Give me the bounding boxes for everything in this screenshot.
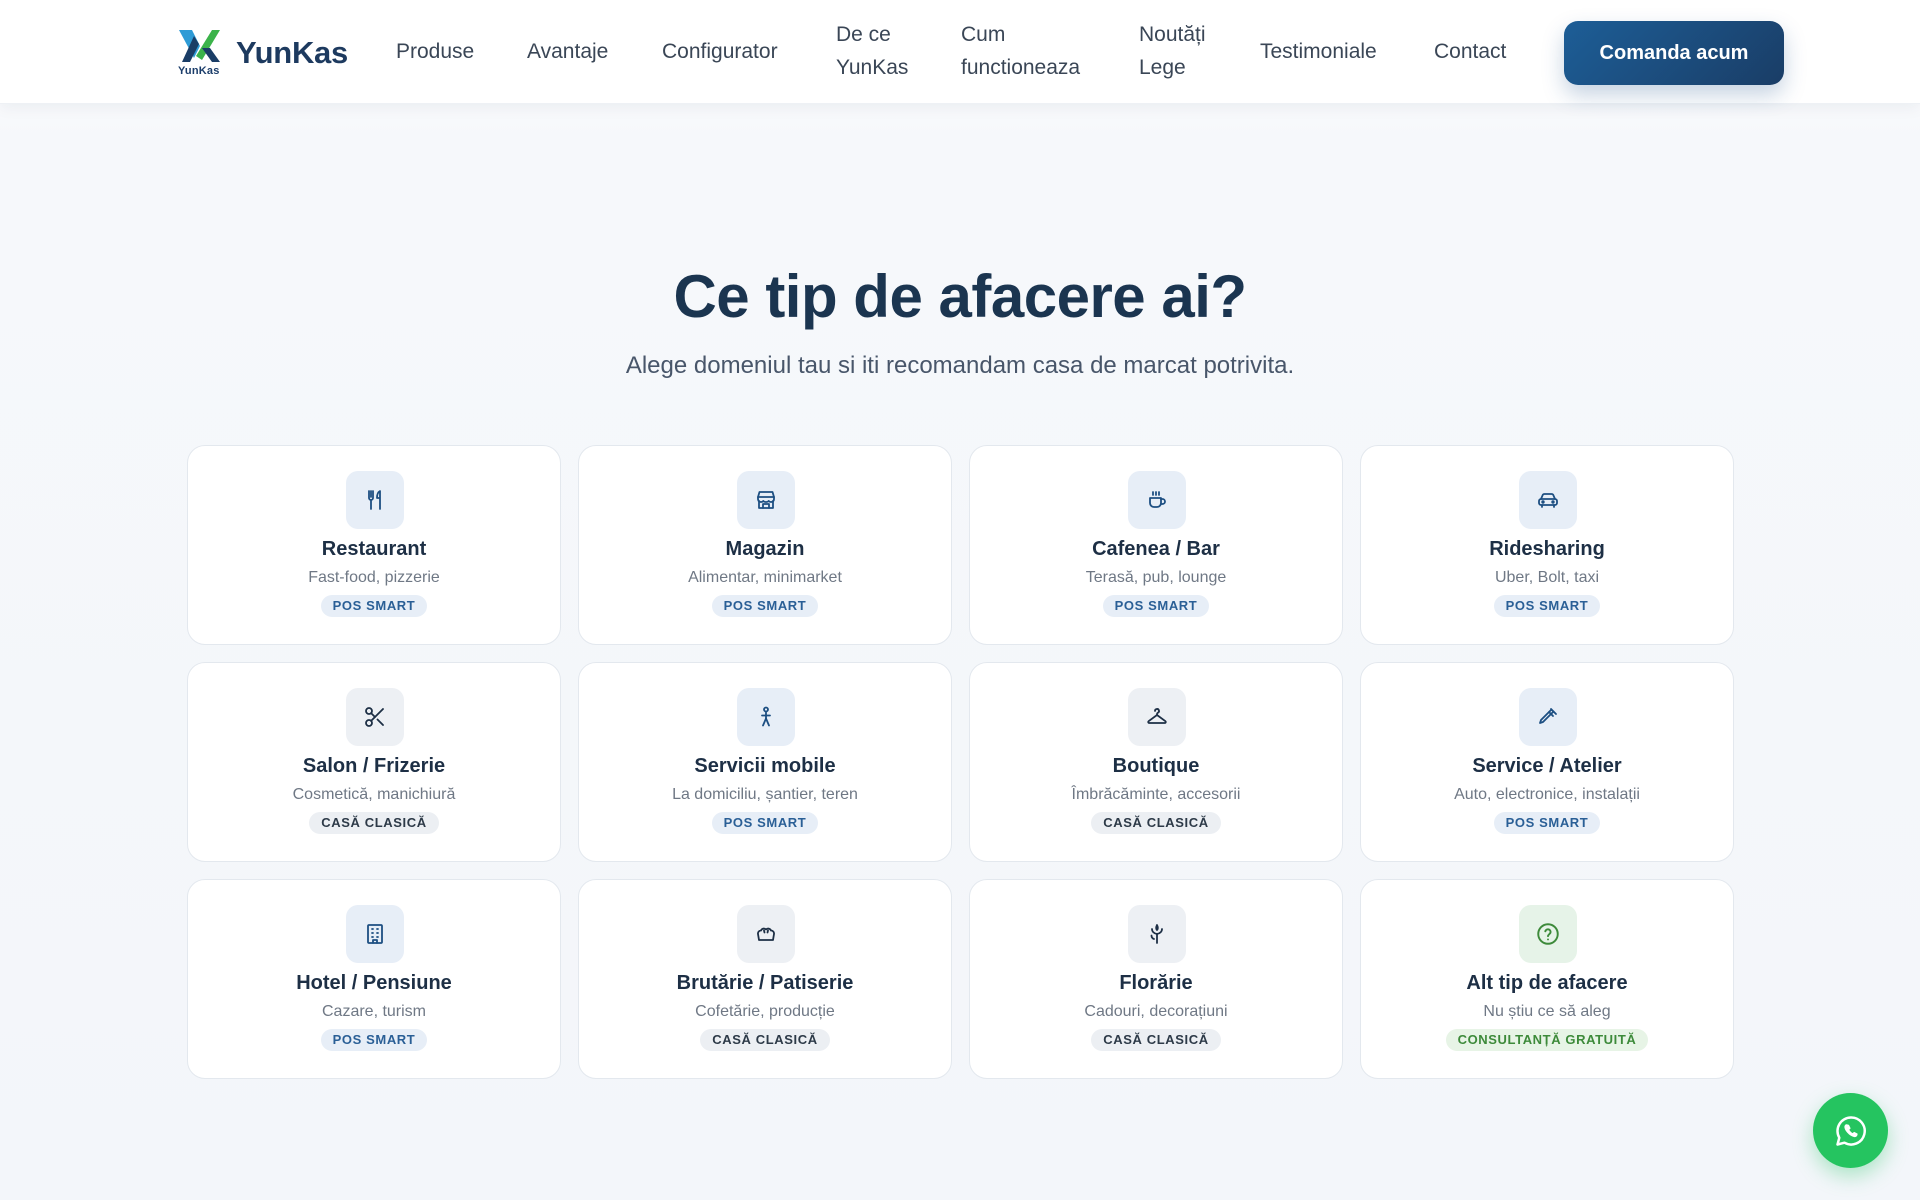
question-icon: [1519, 905, 1577, 963]
car-icon: [1519, 471, 1577, 529]
card-restaurant[interactable]: Restaurant Fast-food, pizzerie POS SMART: [187, 445, 561, 645]
card-title: Brutărie / Patiserie: [676, 972, 854, 994]
card-salon-frizerie[interactable]: Salon / Frizerie Cosmetică, manichiură C…: [187, 662, 561, 862]
card-title: Hotel / Pensiune: [296, 972, 452, 994]
card-badge: CASĂ CLASICĂ: [1091, 1029, 1221, 1051]
card-servicii-mobile[interactable]: Servicii mobile La domiciliu, șantier, t…: [578, 662, 952, 862]
nav-cum-functioneaza[interactable]: Cum functioneaza: [961, 18, 1080, 84]
nav-label-line1: Cum: [961, 23, 1006, 46]
card-alt-tip-afacere[interactable]: Alt tip de afacere Nu știu ce să aleg CO…: [1360, 879, 1734, 1079]
coffee-icon: [1128, 471, 1186, 529]
nav-de-ce-yunkas[interactable]: De ce YunKas: [836, 18, 908, 84]
card-badge: POS SMART: [320, 1029, 428, 1051]
card-title: Restaurant: [321, 538, 427, 560]
card-desc: Cadouri, decorațiuni: [1084, 1003, 1228, 1020]
nav-label-line1: De ce: [836, 23, 891, 46]
card-florarie[interactable]: Florărie Cadouri, decorațiuni CASĂ CLASI…: [969, 879, 1343, 1079]
nav-label: Avantaje: [527, 40, 609, 63]
flower-icon: [1128, 905, 1186, 963]
nav-produse[interactable]: Produse: [396, 35, 474, 68]
card-ridesharing[interactable]: Ridesharing Uber, Bolt, taxi POS SMART: [1360, 445, 1734, 645]
bread-icon: [737, 905, 795, 963]
nav-label: Configurator: [662, 40, 778, 63]
scissors-icon: [346, 688, 404, 746]
whatsapp-button[interactable]: [1813, 1093, 1888, 1168]
card-badge: CASĂ CLASICĂ: [1091, 812, 1221, 834]
card-badge: CASĂ CLASICĂ: [309, 812, 439, 834]
card-boutique[interactable]: Boutique Îmbrăcăminte, accesorii CASĂ CL…: [969, 662, 1343, 862]
card-badge: CASĂ CLASICĂ: [700, 1029, 830, 1051]
card-title: Ridesharing: [1489, 538, 1605, 560]
card-desc: La domiciliu, șantier, teren: [672, 786, 858, 803]
card-magazin[interactable]: Magazin Alimentar, minimarket POS SMART: [578, 445, 952, 645]
card-hotel-pensiune[interactable]: Hotel / Pensiune Cazare, turism POS SMAR…: [187, 879, 561, 1079]
card-title: Cafenea / Bar: [1092, 538, 1220, 560]
nav-testimoniale[interactable]: Testimoniale: [1260, 35, 1377, 68]
nav-avantaje[interactable]: Avantaje: [527, 35, 608, 68]
card-title: Alt tip de afacere: [1466, 972, 1628, 994]
utensils-icon: [346, 471, 404, 529]
card-cafenea-bar[interactable]: Cafenea / Bar Terasă, pub, lounge POS SM…: [969, 445, 1343, 645]
person-icon: [737, 688, 795, 746]
wrench-icon: [1519, 688, 1577, 746]
store-icon: [737, 471, 795, 529]
nav-label-line2: functioneaza: [961, 56, 1081, 79]
card-desc: Cosmetică, manichiură: [292, 786, 456, 803]
nav-label-line2: Lege: [1139, 56, 1186, 79]
card-service-atelier[interactable]: Service / Atelier Auto, electronice, ins…: [1360, 662, 1734, 862]
card-desc: Îmbrăcăminte, accesorii: [1071, 786, 1241, 803]
logo-mark-text: YunKas: [178, 65, 220, 77]
order-now-button[interactable]: Comanda acum: [1564, 21, 1784, 85]
card-desc: Auto, electronice, instalații: [1454, 786, 1640, 803]
card-desc: Nu știu ce să aleg: [1483, 1003, 1611, 1020]
card-title: Service / Atelier: [1472, 755, 1622, 777]
nav-noutati-lege[interactable]: Noutăți Lege: [1139, 18, 1206, 84]
section-subtitle: Alege domeniul tau si iti recomandam cas…: [625, 352, 1295, 379]
card-desc: Cofetărie, producție: [695, 1003, 835, 1020]
card-badge: POS SMART: [1493, 595, 1601, 617]
nav-label: Testimoniale: [1260, 40, 1377, 63]
hanger-icon: [1128, 688, 1186, 746]
card-badge: POS SMART: [711, 595, 819, 617]
card-desc: Terasă, pub, lounge: [1085, 569, 1227, 586]
building-icon: [346, 905, 404, 963]
brand-name: YunKas: [236, 35, 348, 70]
card-brutarie-patiserie[interactable]: Brutărie / Patiserie Cofetărie, producți…: [578, 879, 952, 1079]
nav-label: Contact: [1434, 40, 1507, 63]
card-desc: Cazare, turism: [321, 1003, 427, 1020]
whatsapp-icon: [1835, 1115, 1866, 1146]
card-title: Servicii mobile: [694, 755, 836, 777]
top-navbar: YunKas YunKas Produse Avantaje Configura…: [0, 0, 1920, 104]
nav-contact[interactable]: Contact: [1434, 35, 1506, 68]
card-desc: Alimentar, minimarket: [688, 569, 842, 586]
card-title: Magazin: [725, 538, 805, 560]
card-badge: CONSULTANȚĂ GRATUITĂ: [1445, 1029, 1649, 1051]
section-title: Ce tip de afacere ai?: [673, 263, 1247, 330]
card-badge: POS SMART: [711, 812, 819, 834]
card-desc: Uber, Bolt, taxi: [1494, 569, 1600, 586]
card-badge: POS SMART: [1102, 595, 1210, 617]
card-badge: POS SMART: [1493, 812, 1601, 834]
card-title: Salon / Frizerie: [302, 755, 446, 777]
card-desc: Fast-food, pizzerie: [308, 569, 440, 586]
card-title: Boutique: [1112, 755, 1200, 777]
logo-mark-icon: YunKas: [176, 26, 224, 80]
card-title: Florărie: [1119, 972, 1193, 994]
nav-configurator[interactable]: Configurator: [662, 35, 778, 68]
card-badge: POS SMART: [320, 595, 428, 617]
nav-label: Produse: [396, 40, 475, 63]
brand-logo[interactable]: YunKas YunKas: [176, 26, 348, 80]
nav-label-line1: Noutăți: [1139, 23, 1206, 46]
nav-label-line2: YunKas: [836, 56, 909, 79]
